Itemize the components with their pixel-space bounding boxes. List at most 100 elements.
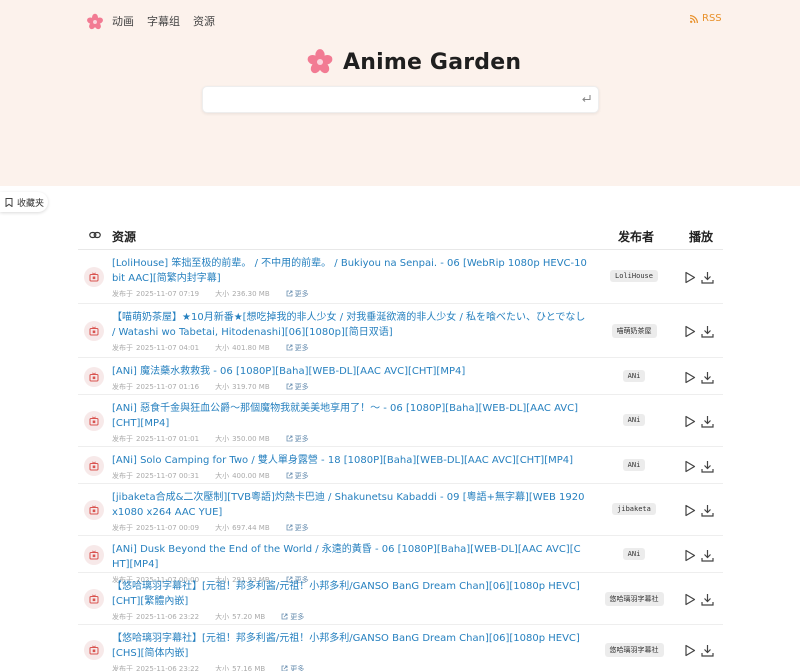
- download-icon[interactable]: [701, 271, 714, 284]
- date-value: 2025-11-07 00:31: [136, 472, 200, 480]
- size-label: 大小: [215, 613, 230, 621]
- resource-meta: 发布于 2025-11-07 00:09 大小 697.44 MB 更多: [112, 523, 588, 533]
- play-icon[interactable]: [684, 460, 696, 473]
- download-icon[interactable]: [701, 325, 714, 338]
- publisher-cell: ANi: [584, 459, 684, 471]
- table-row: [ANi] 魔法藥水救救我 - 06 [1080P][Baha][WEB-DL]…: [78, 358, 723, 395]
- play-icon[interactable]: [684, 415, 696, 428]
- tv-icon: [84, 367, 104, 387]
- resource-cell: [jibaketa合成&二次壓制][TVB粵語]灼熱卡巴迪 / Shakunet…: [112, 490, 588, 533]
- nav-link-anime[interactable]: 动画: [112, 13, 134, 31]
- external-link-icon: [286, 472, 293, 479]
- download-icon[interactable]: [701, 504, 714, 517]
- publish-date: 发布于 2025-11-06 23:22: [112, 613, 207, 621]
- publisher-badge[interactable]: 悠哈璃羽字幕社: [604, 643, 664, 657]
- date-label: 发布于: [112, 524, 133, 532]
- file-size: 大小 57.20 MB: [215, 613, 273, 621]
- date-value: 2025-11-06 23:22: [136, 613, 200, 621]
- external-link-icon: [286, 344, 293, 351]
- sakura-logo-icon[interactable]: [86, 13, 104, 31]
- download-icon[interactable]: [701, 549, 714, 562]
- publisher-badge[interactable]: ANi: [622, 414, 646, 426]
- play-icon[interactable]: [684, 371, 696, 384]
- publisher-cell: 悠哈璃羽字幕社: [584, 643, 684, 657]
- more-label: 更多: [294, 344, 309, 352]
- download-icon[interactable]: [701, 371, 714, 384]
- more-label: 更多: [290, 613, 305, 621]
- brand: Anime Garden: [306, 48, 521, 76]
- header-play: 播放: [689, 230, 714, 244]
- resource-cell: 【悠哈璃羽字幕社】[元祖！邦多利酱/元祖！小邦多利/GANSO BanG Dre…: [112, 579, 588, 622]
- more-link[interactable]: 更多: [286, 472, 309, 480]
- size-value: 57.16 MB: [232, 665, 266, 671]
- play-icon[interactable]: [684, 593, 696, 606]
- publisher-badge[interactable]: ANi: [622, 370, 646, 382]
- date-value: 2025-11-07 00:09: [136, 524, 200, 532]
- resource-meta: 发布于 2025-11-06 23:22 大小 57.16 MB 更多: [112, 664, 588, 671]
- favorites-button[interactable]: 收藏夹: [0, 192, 48, 212]
- resource-cell: [ANi] 惡食千金與狂血公爵～那個魔物我就美美地享用了！～ - 06 [108…: [112, 401, 588, 444]
- resource-cell: 【悠哈璃羽字幕社】[元祖！邦多利酱/元祖！小邦多利/GANSO BanG Dre…: [112, 631, 588, 671]
- resource-title-link[interactable]: [ANi] 惡食千金與狂血公爵～那個魔物我就美美地享用了！～ - 06 [108…: [112, 401, 588, 431]
- rss-link[interactable]: RSS: [690, 13, 722, 24]
- file-size: 大小 319.70 MB: [215, 383, 278, 391]
- more-link[interactable]: 更多: [286, 524, 309, 532]
- publisher-badge[interactable]: ANi: [622, 548, 646, 560]
- resource-title-link[interactable]: [ANi] Dusk Beyond the End of the World /…: [112, 542, 588, 572]
- download-icon[interactable]: [701, 593, 714, 606]
- nav-link-fansub[interactable]: 字幕组: [147, 13, 180, 31]
- resource-cell: [ANi] 魔法藥水救救我 - 06 [1080P][Baha][WEB-DL]…: [112, 364, 588, 392]
- resource-title-link[interactable]: 【喵萌奶茶屋】★10月新番★[想吃掉我的非人少女 / 对我垂涎欲滴的非人少女 /…: [112, 310, 588, 340]
- play-icon[interactable]: [684, 271, 696, 284]
- link-icon: [89, 231, 101, 239]
- download-icon[interactable]: [701, 460, 714, 473]
- play-icon[interactable]: [684, 549, 696, 562]
- download-icon[interactable]: [701, 644, 714, 657]
- play-icon[interactable]: [684, 504, 696, 517]
- more-link[interactable]: 更多: [286, 383, 309, 391]
- file-size: 大小 400.00 MB: [215, 472, 278, 480]
- tv-icon: [84, 545, 104, 565]
- play-icon[interactable]: [684, 644, 696, 657]
- resource-title-link[interactable]: 【悠哈璃羽字幕社】[元祖！邦多利酱/元祖！小邦多利/GANSO BanG Dre…: [112, 579, 588, 609]
- more-link[interactable]: 更多: [281, 665, 304, 671]
- external-link-icon: [281, 665, 288, 671]
- publish-date: 发布于 2025-11-06 23:22: [112, 665, 207, 671]
- resource-title-link[interactable]: [ANi] 魔法藥水救救我 - 06 [1080P][Baha][WEB-DL]…: [112, 364, 588, 379]
- search-input[interactable]: [203, 87, 563, 112]
- table-row: [ANi] Dusk Beyond the End of the World /…: [78, 536, 723, 584]
- file-size: 大小 401.80 MB: [215, 344, 278, 352]
- publisher-badge[interactable]: jibaketa: [612, 503, 656, 515]
- play-icon[interactable]: [684, 325, 696, 338]
- table-row: [jibaketa合成&二次壓制][TVB粵語]灼熱卡巴迪 / Shakunet…: [78, 484, 723, 536]
- more-link[interactable]: 更多: [286, 344, 309, 352]
- size-label: 大小: [215, 524, 230, 532]
- enter-icon[interactable]: [580, 93, 592, 105]
- tv-icon: [84, 500, 104, 520]
- resource-title-link[interactable]: [jibaketa合成&二次壓制][TVB粵語]灼熱卡巴迪 / Shakunet…: [112, 490, 588, 520]
- more-link[interactable]: 更多: [286, 290, 309, 298]
- publisher-cell: ANi: [584, 370, 684, 382]
- publisher-badge[interactable]: 悠哈璃羽字幕社: [604, 592, 664, 606]
- size-label: 大小: [215, 290, 230, 298]
- resource-title-link[interactable]: [ANi] Solo Camping for Two / 雙人單身露營 - 18…: [112, 453, 588, 468]
- size-label: 大小: [215, 383, 230, 391]
- resource-title-link[interactable]: [LoliHouse] 笨拙至极的前辈。 / 不中用的前辈。 / Bukiyou…: [112, 256, 588, 286]
- publisher-badge[interactable]: LoliHouse: [610, 270, 658, 282]
- rss-icon: [690, 14, 698, 23]
- more-link[interactable]: 更多: [281, 613, 304, 621]
- table-row: [LoliHouse] 笨拙至极的前辈。 / 不中用的前辈。 / Bukiyou…: [78, 250, 723, 304]
- table-row: 【悠哈璃羽字幕社】[元祖！邦多利酱/元祖！小邦多利/GANSO BanG Dre…: [78, 625, 723, 671]
- download-icon[interactable]: [701, 415, 714, 428]
- resource-title-link[interactable]: 【悠哈璃羽字幕社】[元祖！邦多利酱/元祖！小邦多利/GANSO BanG Dre…: [112, 631, 588, 661]
- publisher-badge[interactable]: 喵萌奶茶屋: [611, 324, 657, 338]
- tv-icon: [84, 267, 104, 287]
- external-link-icon: [286, 435, 293, 442]
- file-size: 大小 697.44 MB: [215, 524, 278, 532]
- tv-icon: [84, 456, 104, 476]
- nav-link-resources[interactable]: 资源: [193, 13, 215, 31]
- resource-table: 资源 发布者 播放 [LoliHouse] 笨拙至极的前辈。 / 不中用的前辈。…: [78, 222, 723, 671]
- size-value: 57.20 MB: [232, 613, 266, 621]
- more-link[interactable]: 更多: [286, 435, 309, 443]
- publisher-badge[interactable]: ANi: [622, 459, 646, 471]
